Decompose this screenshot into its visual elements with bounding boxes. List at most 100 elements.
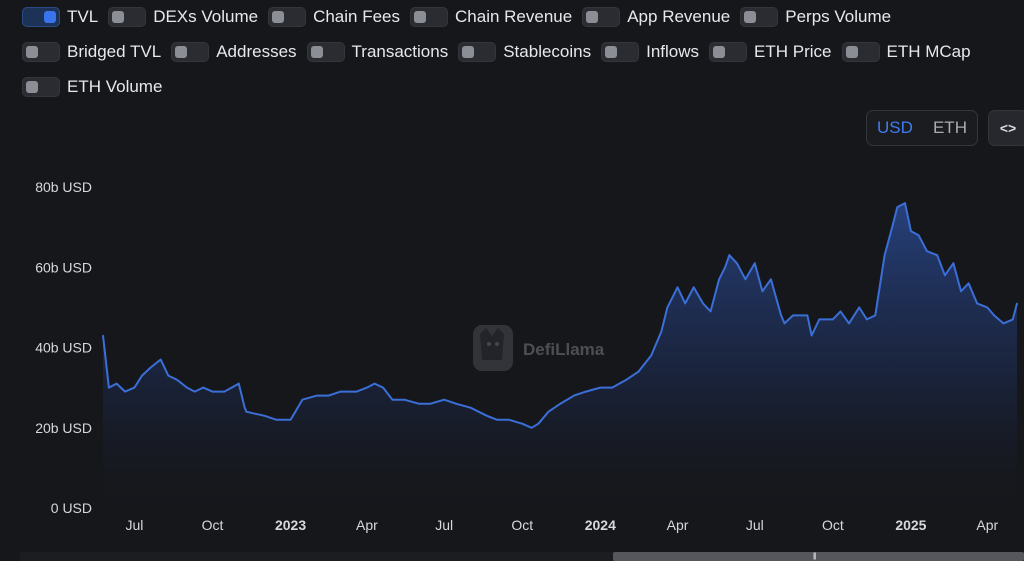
tvl-data-point (245, 410, 248, 413)
y-tick-label: 80b USD (35, 179, 92, 195)
tvl-data-point (625, 378, 628, 381)
tvl-data-point (611, 386, 613, 389)
scrollbar-thumb[interactable] (613, 552, 1024, 561)
tvl-data-point (960, 290, 962, 293)
tvl-data-point (917, 234, 920, 236)
tvl-data-point (496, 418, 498, 421)
tvl-data-point (1012, 318, 1014, 321)
y-tick-label: 60b USD (35, 259, 92, 275)
x-tick-label: Jul (435, 517, 453, 533)
tvl-data-point (366, 386, 368, 389)
tvl-data-point (108, 386, 110, 389)
tvl-data-point (936, 254, 938, 256)
tvl-data-point (754, 262, 756, 265)
x-tick-label: 2023 (275, 517, 306, 533)
tvl-data-point (469, 406, 472, 409)
tvl-data-point (848, 322, 850, 325)
tvl-data-point (874, 314, 877, 317)
tvl-data-point (599, 386, 602, 389)
tvl-data-point (832, 318, 834, 321)
watermark-text: DefiLlama (523, 340, 605, 359)
tvl-data-point (202, 386, 204, 389)
y-tick-label: 20b USD (35, 420, 92, 436)
tvl-data-point (316, 394, 318, 397)
tvl-data-point (347, 390, 350, 393)
tvl-data-point (355, 390, 358, 393)
tvl-data-point (637, 370, 640, 373)
defillama-watermark: DefiLlama (473, 325, 605, 371)
tvl-data-point (770, 278, 772, 281)
tvl-data-point (391, 398, 394, 401)
tvl-data-point (993, 314, 995, 317)
tvl-data-point (149, 366, 152, 369)
tvl-data-point (403, 398, 406, 401)
tvl-data-point (254, 412, 256, 415)
y-tick-label: 0 USD (51, 500, 92, 516)
tvl-data-point (193, 390, 196, 393)
tvl-data-point (243, 406, 246, 409)
x-tick-label: Apr (667, 517, 689, 533)
tvl-data-point (896, 206, 899, 208)
tvl-data-point (521, 422, 523, 425)
tvl-data-point (124, 390, 126, 393)
tvl-data-point (783, 322, 786, 325)
tvl-data-point (289, 418, 292, 421)
tvl-data-point (186, 386, 188, 389)
tvl-data-point (1016, 302, 1018, 305)
tvl-data-point (744, 278, 747, 281)
tvl-data-point (507, 418, 510, 421)
x-tick-label: Jul (125, 517, 143, 533)
x-axis: Jul Oct 2023 Apr Jul Oct 2024 Apr Jul Oct 2025 Apr (125, 517, 998, 533)
tvl-data-point (702, 302, 704, 305)
x-tick-label: Oct (202, 517, 224, 533)
tvl-data-point (417, 402, 420, 405)
tvl-data-point (485, 414, 488, 417)
tvl-data-point (159, 358, 162, 361)
tvl-data-point (944, 274, 946, 277)
tvl-chart: DefiLlama 0 USD 20b USD 40b USD 60b USD 80b … (35, 179, 1018, 533)
tvl-data-point (818, 318, 821, 321)
tvl-data-point (382, 386, 384, 389)
tvl-data-point (141, 374, 143, 377)
tvl-data-point (263, 414, 266, 417)
tvl-data-point (904, 202, 906, 204)
tvl-data-point (301, 398, 304, 401)
tvl-data-point (666, 306, 669, 309)
tvl-data-point (573, 394, 575, 397)
tvl-data-point (883, 254, 886, 256)
tvl-data-point (1002, 322, 1005, 325)
tvl-data-point (780, 314, 782, 317)
tvl-data-point (373, 382, 376, 385)
tvl-data-point (736, 262, 738, 265)
tvl-data-point (952, 262, 955, 265)
y-tick-label: 40b USD (35, 340, 92, 356)
tvl-data-point (858, 306, 860, 309)
y-axis: 0 USD 20b USD 40b USD 60b USD 80b USD (35, 179, 92, 516)
tvl-data-point (102, 334, 104, 337)
x-tick-label: Oct (822, 517, 844, 533)
tvl-data-point (585, 390, 587, 393)
tvl-data-point (806, 314, 809, 317)
tvl-data-point (547, 410, 550, 413)
tvl-data-point (676, 286, 679, 289)
tvl-data-point (724, 266, 726, 269)
tvl-data-point (986, 306, 989, 309)
tvl-data-point (133, 386, 136, 389)
tvl-data-point (718, 278, 720, 281)
tvl-data-point (559, 402, 562, 405)
tvl-data-point (728, 254, 731, 256)
scrollbar-grip-icon: ||| (813, 553, 817, 560)
tvl-data-point (455, 402, 457, 405)
tvl-data-point (976, 302, 978, 305)
x-tick-label: 2025 (895, 517, 926, 533)
x-tick-label: Apr (976, 517, 998, 533)
tvl-data-point (339, 390, 342, 393)
tvl-data-point (692, 286, 695, 289)
tvl-data-point (176, 378, 178, 381)
tvl-data-point (792, 314, 794, 317)
tvl-data-point (926, 250, 928, 252)
tvl-data-point (223, 390, 226, 393)
tvl-data-point (810, 334, 813, 337)
x-tick-label: Apr (356, 517, 378, 533)
tvl-data-point (211, 390, 214, 393)
